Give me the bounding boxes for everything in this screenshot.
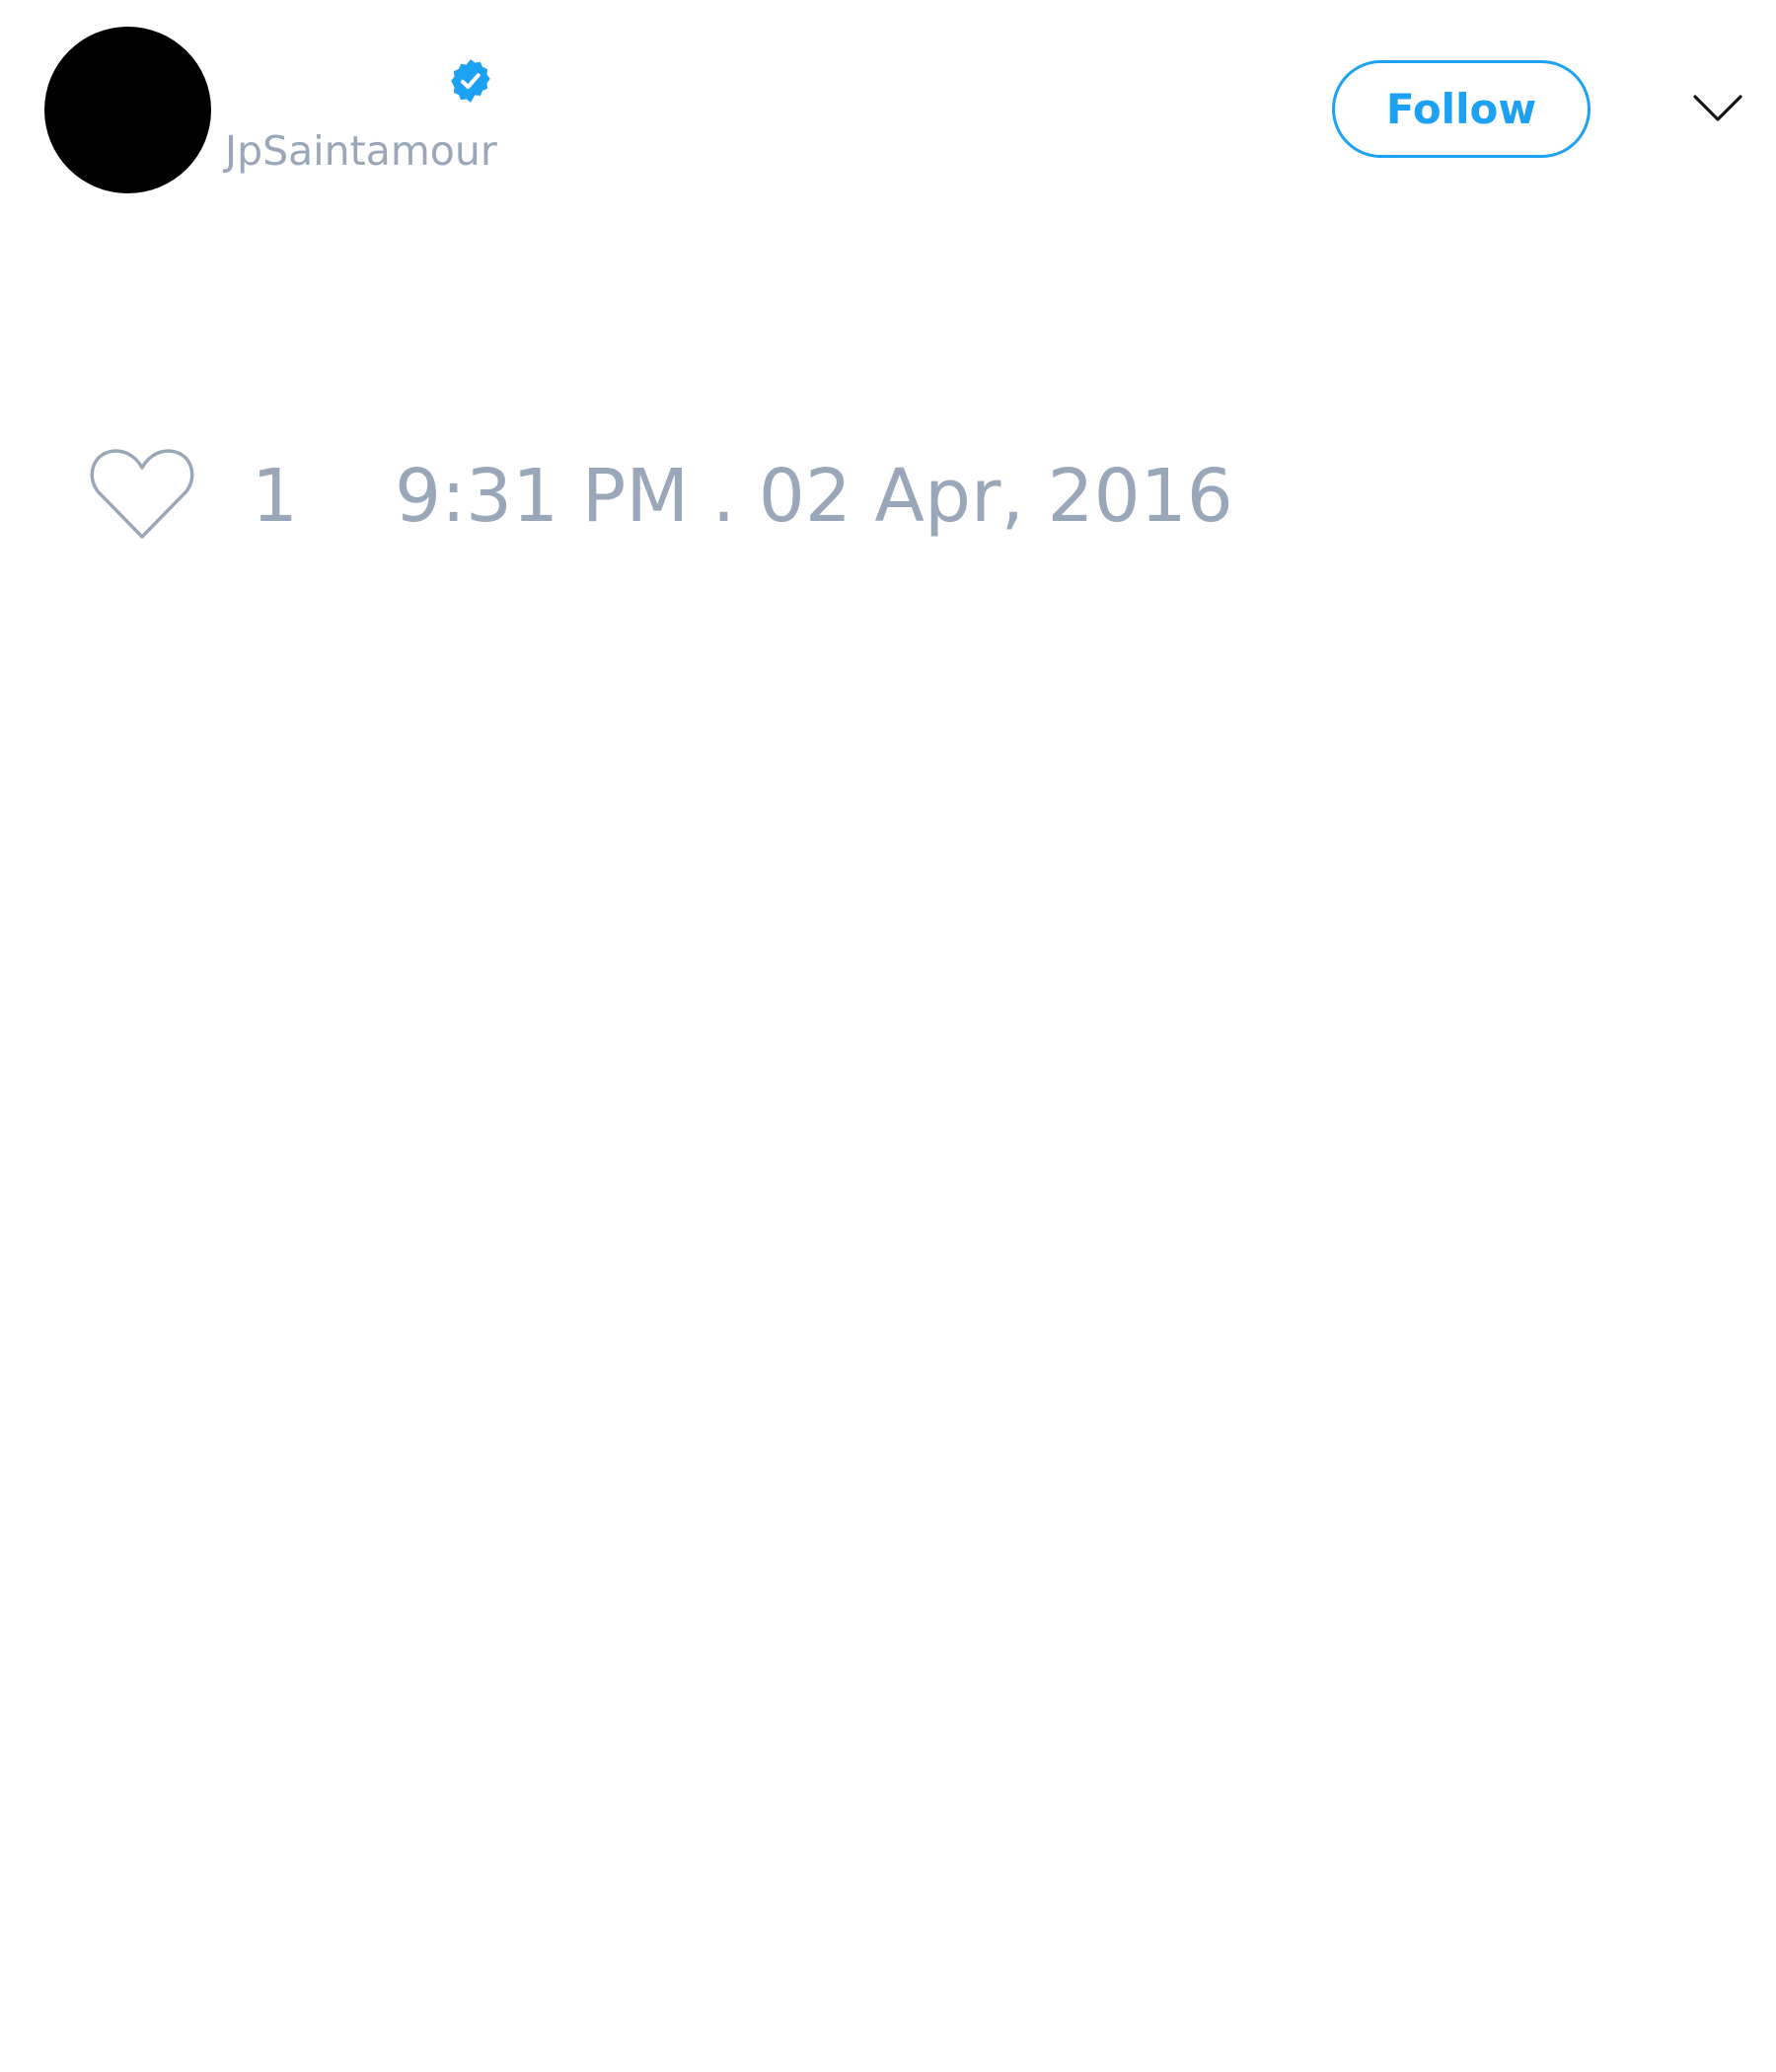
like-count: 1 [252, 454, 299, 539]
verified-badge-icon [451, 59, 490, 103]
avatar[interactable] [44, 27, 211, 193]
tweet-card: JpSaintamour Follow 1 9:31 PM . 02 Apr, … [0, 0, 1776, 2072]
username[interactable]: JpSaintamour [225, 126, 497, 176]
follow-button[interactable]: Follow [1332, 60, 1591, 158]
heart-icon[interactable] [89, 446, 195, 541]
timestamp[interactable]: 9:31 PM . 02 Apr, 2016 [395, 452, 1233, 541]
chevron-down-icon[interactable] [1692, 91, 1743, 126]
